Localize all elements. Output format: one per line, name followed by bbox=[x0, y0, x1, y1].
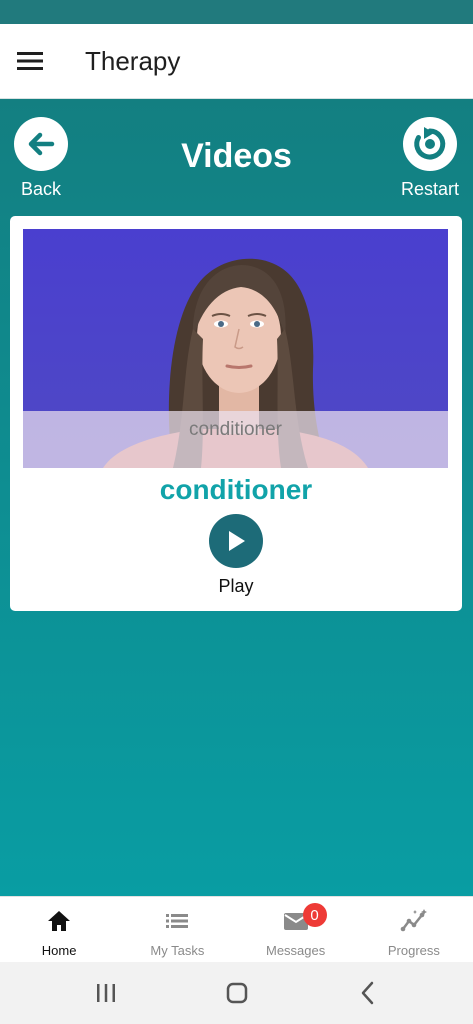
tab-my-tasks[interactable]: My Tasks bbox=[118, 897, 236, 962]
status-bar bbox=[0, 0, 473, 24]
tab-home-label: Home bbox=[41, 943, 77, 958]
play-button[interactable] bbox=[209, 514, 263, 568]
back-label: Back bbox=[20, 179, 62, 199]
menu-button[interactable] bbox=[0, 31, 62, 91]
tab-messages[interactable]: 0 Messages bbox=[237, 897, 355, 962]
home-icon bbox=[48, 911, 71, 931]
video-card: conditioner conditioner Play bbox=[10, 216, 462, 611]
play-icon bbox=[229, 531, 245, 551]
recent-apps-icon[interactable] bbox=[92, 979, 120, 1007]
tab-progress[interactable]: Progress bbox=[355, 897, 473, 962]
restart-circle[interactable] bbox=[402, 117, 457, 171]
main-content: Back Videos Restart conditioner conditio… bbox=[0, 99, 473, 896]
restart-button[interactable]: Restart bbox=[401, 117, 459, 200]
restart-label: Restart bbox=[400, 179, 459, 199]
tab-messages-label: Messages bbox=[266, 943, 326, 958]
bottom-navigation: Home My Tasks 0 Messages Progress bbox=[0, 896, 473, 962]
hamburger-menu-icon bbox=[17, 52, 43, 70]
back-nav-icon[interactable] bbox=[354, 979, 382, 1007]
target-word: conditioner bbox=[159, 474, 313, 505]
app-bar: Therapy bbox=[0, 24, 473, 99]
progress-chart-icon bbox=[400, 909, 427, 932]
app-title: Therapy bbox=[85, 45, 181, 76]
restart-icon bbox=[414, 127, 446, 160]
video-player[interactable]: conditioner bbox=[23, 229, 448, 468]
list-icon bbox=[166, 914, 189, 928]
video-caption: conditioner bbox=[189, 419, 282, 440]
system-navigation-bar bbox=[0, 962, 473, 1024]
tab-home[interactable]: Home bbox=[0, 897, 118, 962]
messages-badge: 0 bbox=[302, 903, 327, 927]
home-button-icon[interactable] bbox=[223, 979, 251, 1007]
tab-progress-label: Progress bbox=[387, 943, 440, 958]
tab-my-tasks-label: My Tasks bbox=[150, 943, 205, 958]
play-label: Play bbox=[218, 576, 254, 596]
